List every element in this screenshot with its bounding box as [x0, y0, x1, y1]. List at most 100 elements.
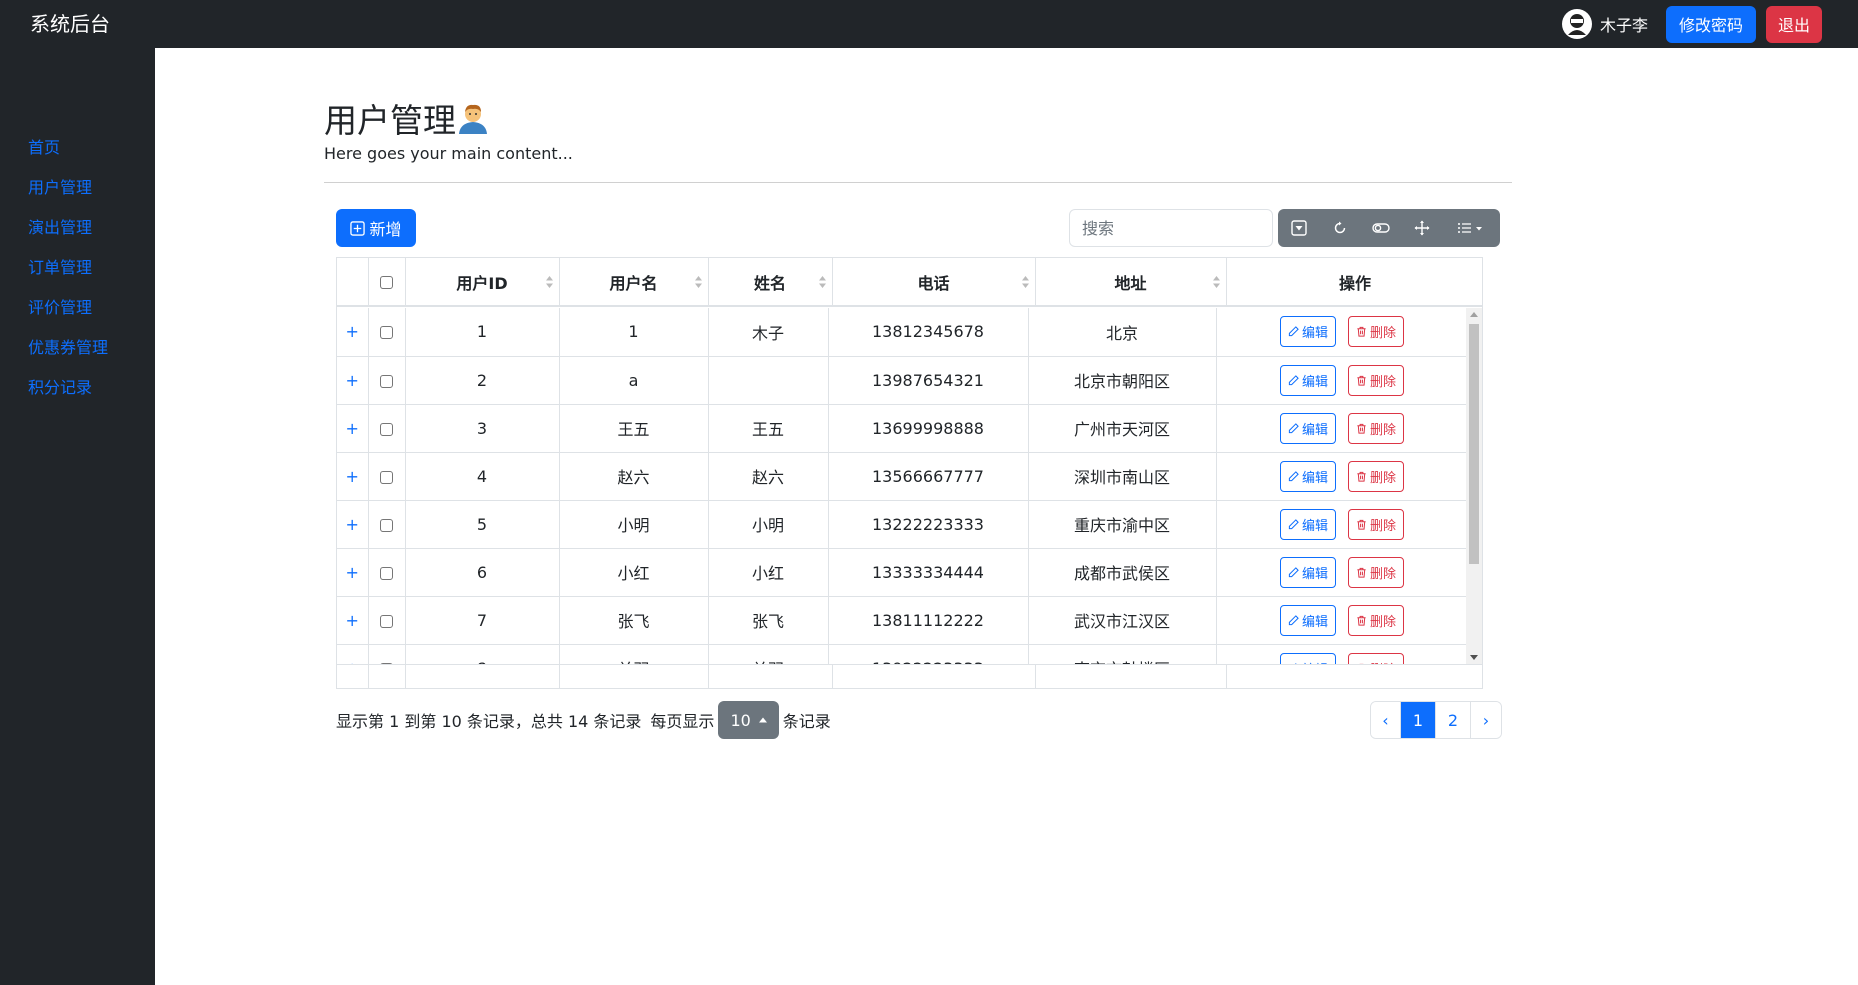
select-all-checkbox[interactable] [380, 276, 393, 289]
expand-icon[interactable]: + [346, 419, 359, 438]
select-cell[interactable] [368, 308, 406, 357]
delete-button[interactable]: 删除 [1348, 508, 1405, 540]
select-cell[interactable] [368, 500, 406, 549]
scroll-thumb[interactable] [1469, 324, 1479, 564]
edit-button[interactable]: 编辑 [1279, 316, 1336, 348]
row-checkbox[interactable] [380, 518, 393, 532]
table-row[interactable]: +8关羽关羽13922223333南京市鼓楼区编辑删除 [337, 644, 1469, 664]
cell-user-id: 8 [405, 644, 560, 664]
delete-button[interactable]: 删除 [1348, 412, 1405, 444]
expand-cell[interactable]: + [337, 452, 369, 501]
sidebar-item-home[interactable]: 首页 [0, 128, 155, 168]
edit-button[interactable]: 编辑 [1279, 412, 1336, 444]
page-1[interactable]: 1 [1401, 702, 1436, 738]
edit-button[interactable]: 编辑 [1279, 460, 1336, 492]
page-2[interactable]: 2 [1436, 702, 1471, 738]
expand-cell[interactable]: + [337, 356, 369, 405]
expand-cell[interactable]: + [337, 596, 369, 645]
cell-phone: 13987654321 [828, 356, 1029, 405]
delete-button[interactable]: 删除 [1348, 364, 1405, 396]
trash-icon [1357, 471, 1366, 482]
table-row[interactable]: +4 赵六 赵六 13566667777 深圳市南山区 编辑 删除 [337, 452, 1469, 501]
delete-button[interactable]: 删除 [1348, 460, 1405, 492]
table-row[interactable]: +2 a 13987654321 北京市朝阳区 编辑 删除 [337, 356, 1469, 405]
select-cell[interactable] [368, 356, 406, 405]
expand-cell[interactable]: + [337, 308, 369, 357]
refresh-button[interactable] [1319, 209, 1360, 247]
page-prev[interactable]: ‹ [1371, 702, 1401, 738]
delete-button[interactable]: 删除 [1348, 316, 1405, 348]
header-phone[interactable]: 电话 [832, 258, 1036, 307]
add-button[interactable]: 新增 [336, 209, 416, 247]
change-password-button[interactable]: 修改密码 [1665, 5, 1756, 43]
cell-address: 深圳市南山区 [1028, 452, 1217, 501]
table-scrollbar[interactable] [1466, 308, 1482, 664]
logout-button[interactable]: 退出 [1765, 5, 1822, 43]
select-cell[interactable] [368, 644, 406, 664]
header-user-id[interactable]: 用户ID [405, 258, 560, 307]
trash-icon [1357, 567, 1366, 578]
select-cell[interactable] [368, 452, 406, 501]
table-body-scroll[interactable]: +1 1 木子 13812345678 北京 编辑 删除 +2 a 13987654321 北京市朝… [337, 308, 1482, 664]
expand-icon[interactable]: + [346, 515, 359, 534]
edit-button[interactable]: 编辑 [1279, 508, 1336, 540]
select-cell[interactable] [368, 596, 406, 645]
records-info: 显示第 1 到第 10 条记录，总共 14 条记录 [336, 712, 642, 731]
fullscreen-button[interactable] [1401, 209, 1442, 247]
cell-user-id: 7 [405, 596, 560, 645]
delete-button[interactable]: 删除 [1348, 556, 1405, 588]
row-checkbox[interactable] [380, 374, 393, 388]
expand-cell[interactable]: + [337, 404, 369, 453]
expand-icon[interactable]: + [346, 563, 359, 582]
expand-cell[interactable]: + [337, 500, 369, 549]
columns-dropdown-button[interactable] [1442, 209, 1498, 247]
add-button-label: 新增 [369, 220, 402, 239]
sidebar-item-orders[interactable]: 订单管理 [0, 248, 155, 288]
toggle-pagination-button[interactable] [1278, 209, 1319, 247]
table-row[interactable]: +5 小明 小明 13222223333 重庆市渝中区 编辑 删除 [337, 500, 1469, 549]
select-cell[interactable] [368, 548, 406, 597]
avatar[interactable] [1561, 9, 1592, 39]
expand-cell[interactable]: + [337, 548, 369, 597]
brand-title[interactable]: 系统后台 [30, 8, 110, 37]
cell-username: 关羽 [559, 644, 709, 664]
sidebar-item-shows[interactable]: 演出管理 [0, 208, 155, 248]
header-username[interactable]: 用户名 [559, 258, 709, 307]
cell-username: 小红 [559, 548, 709, 597]
search-input[interactable] [1069, 209, 1273, 247]
sidebar-item-coupons[interactable]: 优惠券管理 [0, 328, 155, 368]
page-next[interactable]: › [1471, 702, 1501, 738]
edit-button[interactable]: 编辑 [1279, 652, 1336, 664]
delete-button[interactable]: 删除 [1348, 652, 1405, 664]
expand-icon[interactable]: + [346, 611, 359, 630]
edit-button[interactable]: 编辑 [1279, 556, 1336, 588]
scroll-up-arrow[interactable] [1470, 312, 1478, 317]
edit-button[interactable]: 编辑 [1279, 364, 1336, 396]
row-checkbox[interactable] [380, 422, 393, 436]
expand-icon[interactable]: + [346, 322, 359, 341]
header-name[interactable]: 姓名 [708, 258, 833, 307]
table-row[interactable]: +3 王五 王五 13699998888 广州市天河区 编辑 删除 [337, 404, 1469, 453]
expand-icon[interactable]: + [346, 371, 359, 390]
row-checkbox[interactable] [380, 326, 393, 340]
header-select-all[interactable] [368, 258, 406, 307]
table-row[interactable]: +6 小红 小红 13333334444 成都市武侯区 编辑 删除 [337, 548, 1469, 597]
sidebar-item-points[interactable]: 积分记录 [0, 368, 155, 408]
expand-icon[interactable]: + [346, 467, 359, 486]
row-checkbox[interactable] [380, 566, 393, 580]
expand-cell[interactable]: + [337, 644, 369, 664]
header-address[interactable]: 地址 [1035, 258, 1227, 307]
table-row[interactable]: +7 张飞 张飞 13811112222 武汉市江汉区 编辑 删除 [337, 596, 1469, 645]
sidebar-item-users[interactable]: 用户管理 [0, 168, 155, 208]
table-row[interactable]: +1 1 木子 13812345678 北京 编辑 删除 [337, 308, 1469, 357]
page-size-dropdown[interactable]: 10 [718, 701, 779, 739]
edit-label: 编辑 [1301, 374, 1328, 390]
toggle-view-button[interactable] [1360, 209, 1401, 247]
row-checkbox[interactable] [380, 614, 393, 628]
edit-button[interactable]: 编辑 [1279, 604, 1336, 636]
sidebar-item-reviews[interactable]: 评价管理 [0, 288, 155, 328]
scroll-down-arrow[interactable] [1470, 655, 1478, 660]
row-checkbox[interactable] [380, 470, 393, 484]
select-cell[interactable] [368, 404, 406, 453]
delete-button[interactable]: 删除 [1348, 604, 1405, 636]
